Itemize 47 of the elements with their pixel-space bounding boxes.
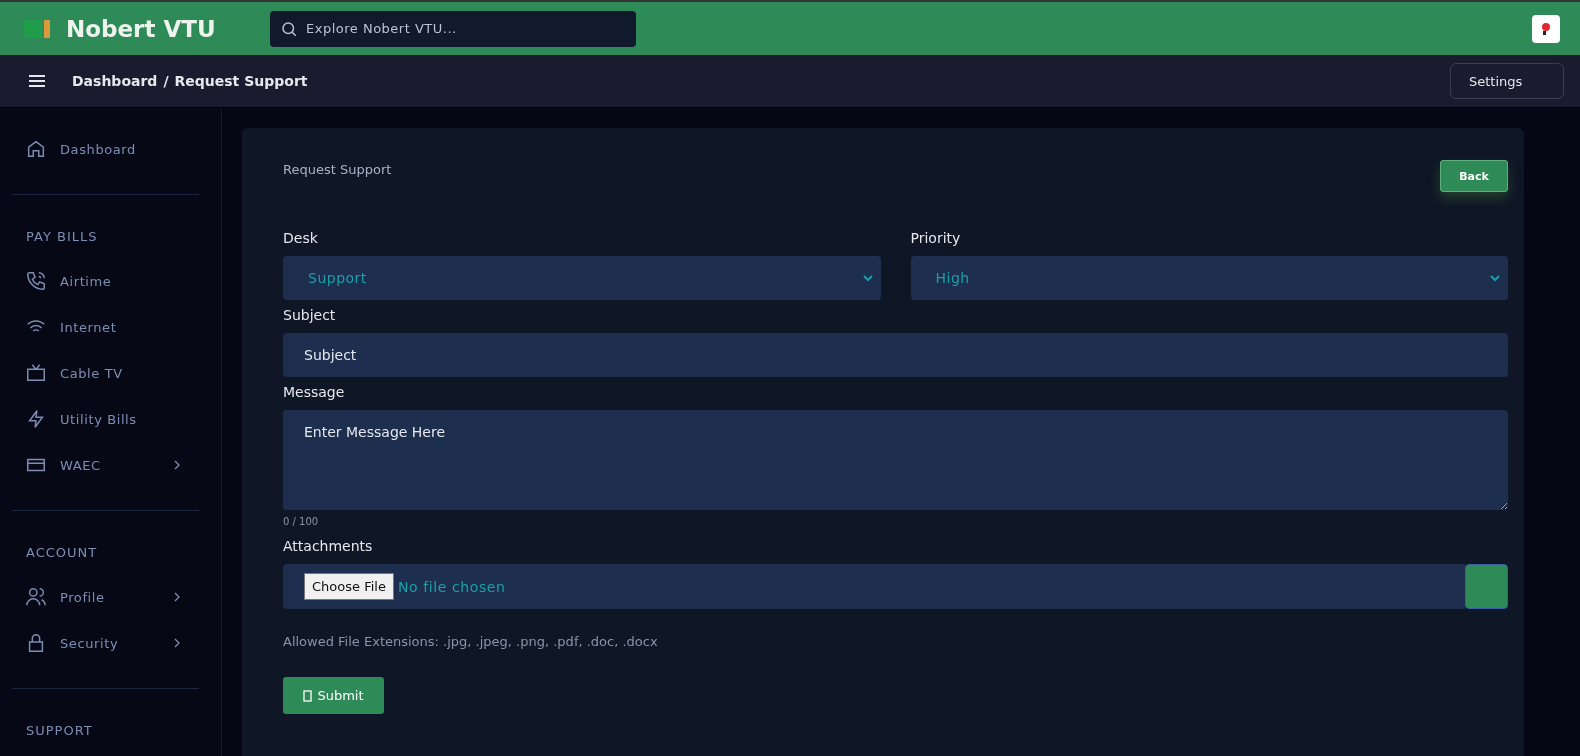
field-label: Priority <box>910 230 962 246</box>
sidebar-section-title: SUPPORT <box>25 722 94 740</box>
sidebar-section-title: PAY BILLS <box>25 228 99 246</box>
breadcrumb-separator: / <box>163 73 169 89</box>
search-icon <box>280 19 298 38</box>
field-label: Subject <box>283 307 337 323</box>
sidebar-item[interactable]: Internet <box>0 304 221 350</box>
chevron-right-icon <box>173 460 181 470</box>
search-field[interactable]: Explore Nobert VTU... <box>270 10 636 47</box>
desk-select[interactable]: Support <box>283 256 881 300</box>
field-label: Desk <box>283 230 319 246</box>
back-button[interactable]: Back <box>1440 160 1508 192</box>
form-title: Request Support <box>283 162 392 177</box>
sidebar-item[interactable]: Utility Bills <box>0 396 221 442</box>
chevron-right-icon <box>173 592 181 602</box>
sidebar-section-title: ACCOUNT <box>25 544 99 562</box>
chevron-down-icon <box>1490 274 1500 282</box>
sidebar-item[interactable]: Dashboard <box>0 126 221 172</box>
field-label: Message <box>283 384 346 400</box>
sidebar-item[interactable]: WAEC <box>0 442 221 488</box>
priority-select[interactable]: High <box>910 256 1508 300</box>
sidebar-item[interactable]: Security <box>0 620 221 666</box>
brand-name: Nobert VTU <box>66 15 216 42</box>
chevron-down-icon <box>862 274 873 282</box>
file-input[interactable]: Choose File No file chosen <box>283 564 1465 609</box>
subject-field[interactable]: Subject <box>283 333 1508 377</box>
phone-icon <box>25 270 47 292</box>
field-label: Attachments <box>283 538 374 554</box>
settings-button[interactable]: Settings <box>1450 63 1564 99</box>
sidebar-item[interactable]: Airtime <box>0 258 221 304</box>
user-icon <box>1540 21 1552 36</box>
avatar[interactable] <box>1532 14 1560 43</box>
chevron-right-icon <box>173 638 181 648</box>
tv-icon <box>25 362 47 384</box>
users-icon <box>25 586 47 608</box>
character-counter: 0 / 100 <box>283 516 320 527</box>
square-icon <box>303 689 313 702</box>
lightning-icon <box>25 408 47 430</box>
menu-icon[interactable] <box>27 73 47 89</box>
submit-button[interactable]: Submit <box>283 677 384 714</box>
sidebar-item[interactable]: Cable TV <box>0 350 221 396</box>
breadcrumb-current: Request Support <box>174 73 308 89</box>
house-icon <box>25 138 47 160</box>
allowed-extensions-note: Allowed File Extensions: .jpg, .jpeg, .png, .pdf, .doc, .docx <box>283 634 659 649</box>
message-field[interactable]: Enter Message Here <box>283 410 1508 510</box>
breadcrumb-link[interactable]: Dashboard <box>72 73 158 89</box>
sidebar-item[interactable]: Profile <box>0 574 221 620</box>
